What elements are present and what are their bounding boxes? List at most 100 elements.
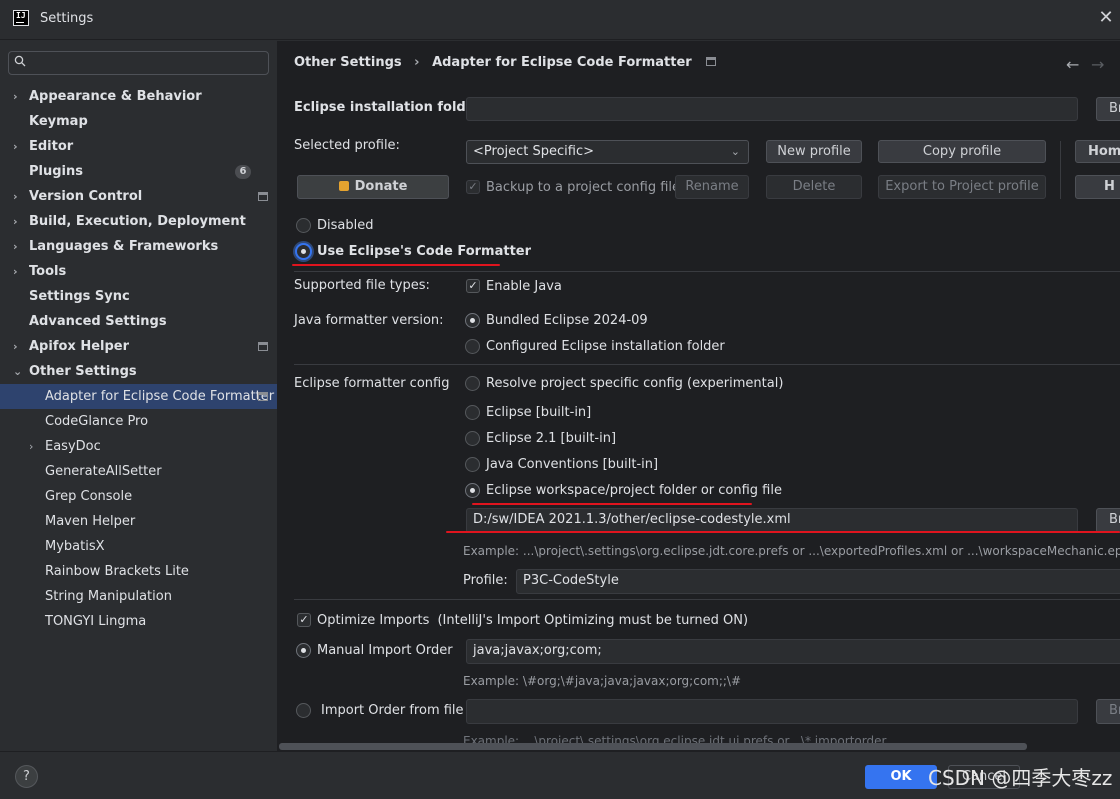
backup-checkbox[interactable]: ✓ xyxy=(466,180,480,194)
sidebar-item-advanced[interactable]: Advanced Settings xyxy=(0,309,277,334)
breadcrumb-parent[interactable]: Other Settings xyxy=(294,55,402,70)
help-button[interactable]: ? xyxy=(15,765,38,788)
disabled-radio[interactable] xyxy=(296,218,311,233)
sidebar-item-tools[interactable]: › Tools xyxy=(0,259,277,284)
coffee-icon xyxy=(338,181,349,191)
sidebar-item-label: Editor xyxy=(29,139,74,154)
section-divider xyxy=(294,271,1120,272)
new-profile-button[interactable]: New profile xyxy=(766,140,862,163)
sidebar-item-apifox[interactable]: › Apifox Helper xyxy=(0,334,277,359)
sidebar-item-appearance[interactable]: › Appearance & Behavior xyxy=(0,84,277,109)
delete-button[interactable]: Delete xyxy=(766,175,862,199)
sidebar-item-languages[interactable]: › Languages & Frameworks xyxy=(0,234,277,259)
sidebar-item-label: Version Control xyxy=(29,189,143,204)
project-scope-icon xyxy=(258,192,268,201)
sidebar-item-mybatisx[interactable]: MybatisX xyxy=(0,534,277,559)
sidebar-item-label: Adapter for Eclipse Code Formatter xyxy=(45,389,275,404)
config-path-browse-button[interactable]: Br xyxy=(1096,508,1120,533)
chevron-right-icon: › xyxy=(13,215,18,228)
project-scope-icon xyxy=(706,57,717,66)
horizontal-scrollbar[interactable] xyxy=(279,743,1027,750)
sidebar-item-other-settings[interactable]: ⌄ Other Settings xyxy=(0,359,277,384)
eclipse21-builtin-radio[interactable] xyxy=(465,431,480,446)
sidebar-item-generateallsetter[interactable]: GenerateAllSetter xyxy=(0,459,277,484)
sidebar-item-label: Build, Execution, Deployment xyxy=(29,214,246,229)
sidebar-item-maven-helper[interactable]: Maven Helper xyxy=(0,509,277,534)
config-path-input[interactable]: D:/sw/IDEA 2021.1.3/other/eclipse-codest… xyxy=(466,508,1078,533)
import-from-file-radio[interactable] xyxy=(296,703,311,718)
forward-arrow-icon[interactable]: → xyxy=(1091,55,1104,74)
use-eclipse-label: Use Eclipse's Code Formatter xyxy=(317,244,532,259)
sidebar-item-tongyi-lingma[interactable]: TONGYI Lingma xyxy=(0,609,277,634)
use-eclipse-radio[interactable] xyxy=(295,243,312,260)
configured-folder-radio[interactable] xyxy=(465,339,480,354)
ok-button[interactable]: OK xyxy=(865,765,937,789)
enable-java-checkbox[interactable]: ✓ xyxy=(466,279,480,293)
breadcrumb: Other Settings › Adapter for Eclipse Cod… xyxy=(294,55,717,70)
sidebar-item-label: Appearance & Behavior xyxy=(29,89,202,104)
profile-input[interactable]: P3C-CodeStyle xyxy=(516,569,1120,594)
sidebar-item-label: Plugins xyxy=(29,164,83,179)
chevron-right-icon: › xyxy=(13,265,18,278)
sidebar-item-label: CodeGlance Pro xyxy=(45,414,149,429)
import-file-browse-button[interactable]: Br xyxy=(1096,699,1120,724)
eclipse-builtin-radio[interactable] xyxy=(465,405,480,420)
profile-select[interactable]: <Project Specific> ⌄ xyxy=(466,140,749,164)
sidebar-item-plugins[interactable]: Plugins 6 xyxy=(0,159,277,184)
workspace-config-radio[interactable] xyxy=(465,483,480,498)
supported-types-label: Supported file types: xyxy=(294,278,430,293)
close-icon[interactable]: ✕ xyxy=(1096,8,1116,28)
workspace-config-label: Eclipse workspace/project folder or conf… xyxy=(486,483,782,498)
sidebar-item-label: Apifox Helper xyxy=(29,339,130,354)
help-link-button[interactable]: H xyxy=(1075,175,1120,199)
install-folder-browse-button[interactable]: Br xyxy=(1096,97,1120,121)
sidebar-item-keymap[interactable]: Keymap xyxy=(0,109,277,134)
settings-content: Other Settings › Adapter for Eclipse Cod… xyxy=(278,41,1120,751)
profile-select-value: <Project Specific> xyxy=(473,144,594,159)
import-file-input[interactable] xyxy=(466,699,1078,724)
copy-profile-button[interactable]: Copy profile xyxy=(878,140,1046,163)
chevron-right-icon: › xyxy=(13,340,18,353)
search-input[interactable] xyxy=(8,51,269,75)
homepage-button[interactable]: Hom xyxy=(1075,140,1120,163)
sidebar-item-label: Maven Helper xyxy=(45,514,136,529)
chevron-down-icon: ⌄ xyxy=(730,145,740,158)
sidebar-item-rainbow-brackets[interactable]: Rainbow Brackets Lite xyxy=(0,559,277,584)
export-profile-button[interactable]: Export to Project profile xyxy=(878,175,1046,199)
bundled-eclipse-radio[interactable] xyxy=(465,313,480,328)
manual-import-radio[interactable] xyxy=(296,643,311,658)
section-divider xyxy=(294,364,1120,365)
sidebar-item-string-manipulation[interactable]: String Manipulation xyxy=(0,584,277,609)
resolve-config-radio[interactable] xyxy=(465,376,480,391)
sidebar-item-easydoc[interactable]: › EasyDoc xyxy=(0,434,277,459)
optimize-imports-checkbox[interactable]: ✓ xyxy=(297,613,311,627)
sidebar-item-editor[interactable]: › Editor xyxy=(0,134,277,159)
back-arrow-icon[interactable]: ← xyxy=(1066,55,1079,74)
sidebar-item-label: Rainbow Brackets Lite xyxy=(45,564,189,579)
chevron-right-icon: › xyxy=(29,440,34,453)
eclipse21-builtin-label: Eclipse 2.1 [built-in] xyxy=(486,431,617,446)
sidebar-item-settings-sync[interactable]: Settings Sync xyxy=(0,284,277,309)
rename-button[interactable]: Rename xyxy=(675,175,749,199)
sidebar-item-adapter-eclipse[interactable]: Adapter for Eclipse Code Formatter xyxy=(0,384,277,409)
resolve-config-label: Resolve project specific config (experim… xyxy=(486,376,784,391)
import-from-file-label: Import Order from file xyxy=(321,703,464,718)
sidebar-item-build[interactable]: › Build, Execution, Deployment xyxy=(0,209,277,234)
chevron-right-icon: › xyxy=(13,240,18,253)
profile-label: Profile: xyxy=(463,573,508,588)
backup-label: Backup to a project config file xyxy=(486,180,681,195)
java-conventions-label: Java Conventions [built-in] xyxy=(486,457,659,472)
intellij-logo-icon: IJ xyxy=(13,10,29,26)
sidebar-item-label: EasyDoc xyxy=(45,439,101,454)
sidebar-item-grep-console[interactable]: Grep Console xyxy=(0,484,277,509)
sidebar-item-version-control[interactable]: › Version Control xyxy=(0,184,277,209)
import-example-text: Example: \#org;\#java;java;javax;org;com… xyxy=(463,674,742,688)
manual-import-input[interactable]: java;javax;org;com; xyxy=(466,639,1120,664)
sidebar-item-codeglance[interactable]: CodeGlance Pro xyxy=(0,409,277,434)
settings-sidebar: › Appearance & Behavior Keymap › Editor … xyxy=(0,41,277,751)
donate-button[interactable]: Donate xyxy=(297,175,449,199)
install-folder-input[interactable] xyxy=(466,97,1078,121)
java-conventions-radio[interactable] xyxy=(465,457,480,472)
install-folder-label: Eclipse installation folder xyxy=(294,100,481,115)
sidebar-item-label: Grep Console xyxy=(45,489,133,504)
